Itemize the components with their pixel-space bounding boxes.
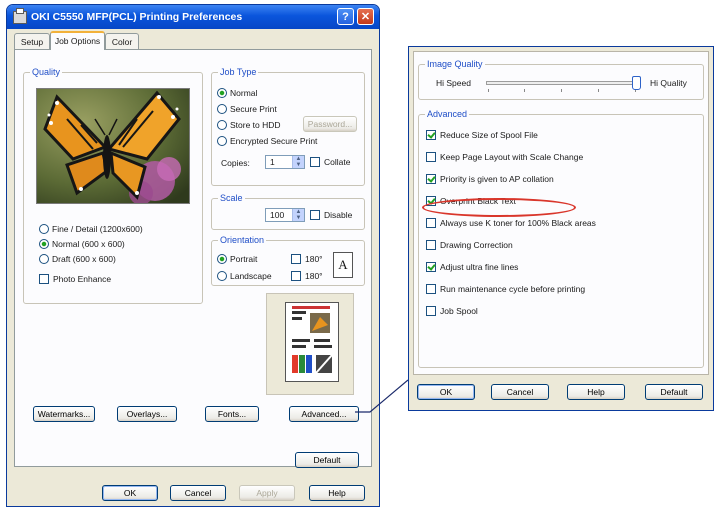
- slider-tick: [524, 89, 525, 92]
- ok-button[interactable]: OK: [102, 485, 158, 501]
- advanced-panel: Image Quality Hi Speed Hi Quality Advanc…: [413, 51, 709, 375]
- advanced-option-checkbox[interactable]: Run maintenance cycle before printing: [426, 284, 585, 294]
- image-quality-slider-thumb[interactable]: [632, 76, 641, 90]
- slider-tick: [598, 89, 599, 92]
- advanced-option-label: Drawing Correction: [440, 240, 513, 250]
- landscape-rotate-box[interactable]: [291, 271, 301, 281]
- portrait-rotate-checkbox[interactable]: 180°: [291, 254, 323, 264]
- photo-enhance-checkbox[interactable]: Photo Enhance: [39, 274, 111, 284]
- quality-fine-radio[interactable]: Fine / Detail (1200x600): [39, 224, 143, 234]
- apply-button[interactable]: Apply: [239, 485, 295, 501]
- default-button[interactable]: Default: [295, 452, 359, 468]
- advanced-option-label: Run maintenance cycle before printing: [440, 284, 586, 294]
- adv-ok-button[interactable]: OK: [417, 384, 475, 400]
- title-bar[interactable]: OKI C5550 MFP(PCL) Printing Preferences …: [7, 5, 379, 29]
- adv-cancel-button[interactable]: Cancel: [491, 384, 549, 400]
- scale-disable-box[interactable]: [310, 210, 320, 220]
- orientation-legend: Orientation: [218, 235, 267, 245]
- advanced-option-label: Always use K toner for 100% Black areas: [440, 218, 596, 228]
- image-quality-legend: Image Quality: [425, 59, 485, 69]
- advanced-option-checkbox[interactable]: Priority is given to AP collation: [426, 174, 554, 184]
- tab-color[interactable]: Color: [105, 33, 139, 49]
- job-type-store-hdd-radio[interactable]: Store to HDD: [217, 120, 281, 130]
- checkbox-box[interactable]: [426, 262, 436, 272]
- advanced-option-label: Job Spool: [440, 306, 478, 316]
- hi-speed-label: Hi Speed: [436, 78, 471, 88]
- butterfly-preview-image: [36, 88, 190, 204]
- scale-spinner[interactable]: 100 ▲ ▼: [265, 208, 305, 222]
- advanced-button[interactable]: Advanced...: [289, 406, 359, 422]
- advanced-option-checkbox[interactable]: Job Spool: [426, 306, 478, 316]
- job-options-pane: Quality Fine / Detail (1200x600) Normal …: [14, 49, 372, 468]
- landscape-radio[interactable]: Landscape: [217, 271, 272, 281]
- job-type-encrypted-radio[interactable]: Encrypted Secure Print: [217, 136, 317, 146]
- title-help-button[interactable]: ?: [337, 8, 354, 25]
- advanced-option-label: Priority is given to AP collation: [440, 174, 554, 184]
- advanced-option-label: Keep Page Layout with Scale Change: [440, 152, 584, 162]
- spin-arrows-icon[interactable]: ▲ ▼: [292, 156, 304, 168]
- quality-draft-radio[interactable]: Draft (600 x 600): [39, 254, 116, 264]
- advanced-dialog: Image Quality Hi Speed Hi Quality Advanc…: [408, 46, 714, 411]
- advanced-option-checkbox[interactable]: Adjust ultra fine lines: [426, 262, 518, 272]
- title-close-button[interactable]: ✕: [357, 8, 374, 25]
- cancel-button[interactable]: Cancel: [170, 485, 226, 501]
- help-button[interactable]: Help: [309, 485, 365, 501]
- window-title: OKI C5550 MFP(PCL) Printing Preferences: [31, 11, 243, 23]
- portrait-radio[interactable]: Portrait: [217, 254, 257, 264]
- printer-icon: [13, 8, 27, 24]
- spin-arrows-icon[interactable]: ▲ ▼: [292, 209, 304, 221]
- advanced-option-checkbox[interactable]: Keep Page Layout with Scale Change: [426, 152, 583, 162]
- collate-checkbox[interactable]: Collate: [310, 157, 350, 167]
- checkbox-box[interactable]: [426, 240, 436, 250]
- scale-legend: Scale: [218, 193, 245, 203]
- advanced-option-checkbox[interactable]: Reduce Size of Spool File: [426, 130, 538, 140]
- tab-setup[interactable]: Setup: [14, 33, 50, 49]
- landscape-rotate-label: 180°: [305, 271, 323, 281]
- checkbox-box[interactable]: [426, 218, 436, 228]
- copies-label: Copies:: [221, 158, 250, 168]
- slider-tick: [488, 89, 489, 92]
- scale-disable-checkbox[interactable]: Disable: [310, 210, 352, 220]
- password-button[interactable]: Password...: [303, 116, 357, 132]
- slider-tick: [561, 89, 562, 92]
- checkbox-box[interactable]: [426, 284, 436, 294]
- job-type-secure-print-radio[interactable]: Secure Print: [217, 104, 277, 114]
- checkbox-box[interactable]: [426, 306, 436, 316]
- copies-spinner[interactable]: 1 ▲ ▼: [265, 155, 305, 169]
- portrait-rotate-box[interactable]: [291, 254, 301, 264]
- scale-disable-label: Disable: [324, 210, 353, 220]
- photo-enhance-label: Photo Enhance: [53, 274, 112, 284]
- advanced-legend: Advanced: [425, 109, 470, 119]
- hi-quality-label: Hi Quality: [650, 78, 687, 88]
- advanced-option-label: Reduce Size of Spool File: [440, 130, 538, 140]
- checkbox-box[interactable]: [426, 174, 436, 184]
- job-type-normal-radio[interactable]: Normal: [217, 88, 257, 98]
- tab-job-options[interactable]: Job Options: [50, 31, 105, 50]
- photo-enhance-box[interactable]: [39, 274, 49, 284]
- collate-label: Collate: [324, 157, 351, 167]
- checkbox-box[interactable]: [426, 130, 436, 140]
- highlight-ellipse: [422, 198, 576, 217]
- overlays-button[interactable]: Overlays...: [117, 406, 177, 422]
- adv-default-button[interactable]: Default: [645, 384, 703, 400]
- job-type-legend: Job Type: [218, 67, 259, 77]
- collate-box[interactable]: [310, 157, 320, 167]
- advanced-option-label: Adjust ultra fine lines: [440, 262, 519, 272]
- portrait-rotate-label: 180°: [305, 254, 323, 264]
- page-preview-thumbnail: [285, 302, 339, 382]
- quality-normal-radio[interactable]: Normal (600 x 600): [39, 239, 125, 249]
- advanced-option-checkbox[interactable]: Drawing Correction: [426, 240, 513, 250]
- watermarks-button[interactable]: Watermarks...: [33, 406, 95, 422]
- checkbox-box[interactable]: [426, 152, 436, 162]
- orientation-preview-icon: A: [333, 252, 353, 278]
- printing-preferences-window: OKI C5550 MFP(PCL) Printing Preferences …: [6, 4, 380, 507]
- landscape-rotate-checkbox[interactable]: 180°: [291, 271, 323, 281]
- adv-help-button[interactable]: Help: [567, 384, 625, 400]
- fonts-button[interactable]: Fonts...: [205, 406, 259, 422]
- copies-value[interactable]: 1: [270, 156, 275, 168]
- scale-value[interactable]: 100: [270, 209, 284, 221]
- quality-legend: Quality: [30, 67, 63, 77]
- advanced-option-checkbox[interactable]: Always use K toner for 100% Black areas: [426, 218, 596, 228]
- image-quality-slider-track[interactable]: [486, 81, 636, 85]
